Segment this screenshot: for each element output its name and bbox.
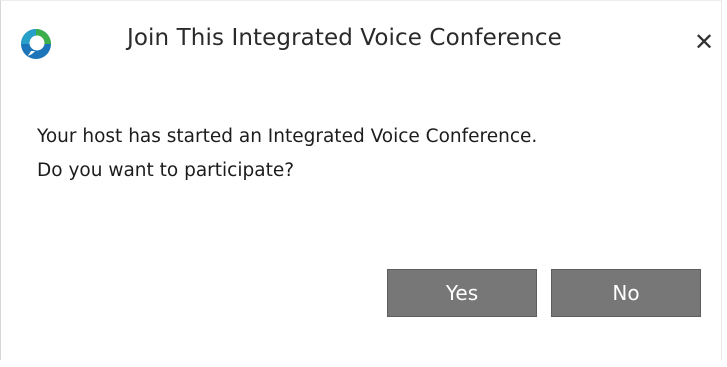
message-line-1: Your host has started an Integrated Voic… [37, 126, 538, 147]
dialog-title: Join This Integrated Voice Conference [127, 25, 562, 51]
dialog-message: Your host has started an Integrated Voic… [37, 120, 697, 188]
close-icon[interactable]: ✕ [689, 27, 719, 57]
join-conference-dialog: Join This Integrated Voice Conference ✕ … [0, 0, 722, 360]
no-button[interactable]: No [551, 269, 701, 317]
app-logo-icon [21, 29, 51, 59]
yes-button[interactable]: Yes [387, 269, 537, 317]
title-bar: Join This Integrated Voice Conference ✕ [1, 1, 721, 81]
message-line-2: Do you want to participate? [37, 160, 295, 181]
